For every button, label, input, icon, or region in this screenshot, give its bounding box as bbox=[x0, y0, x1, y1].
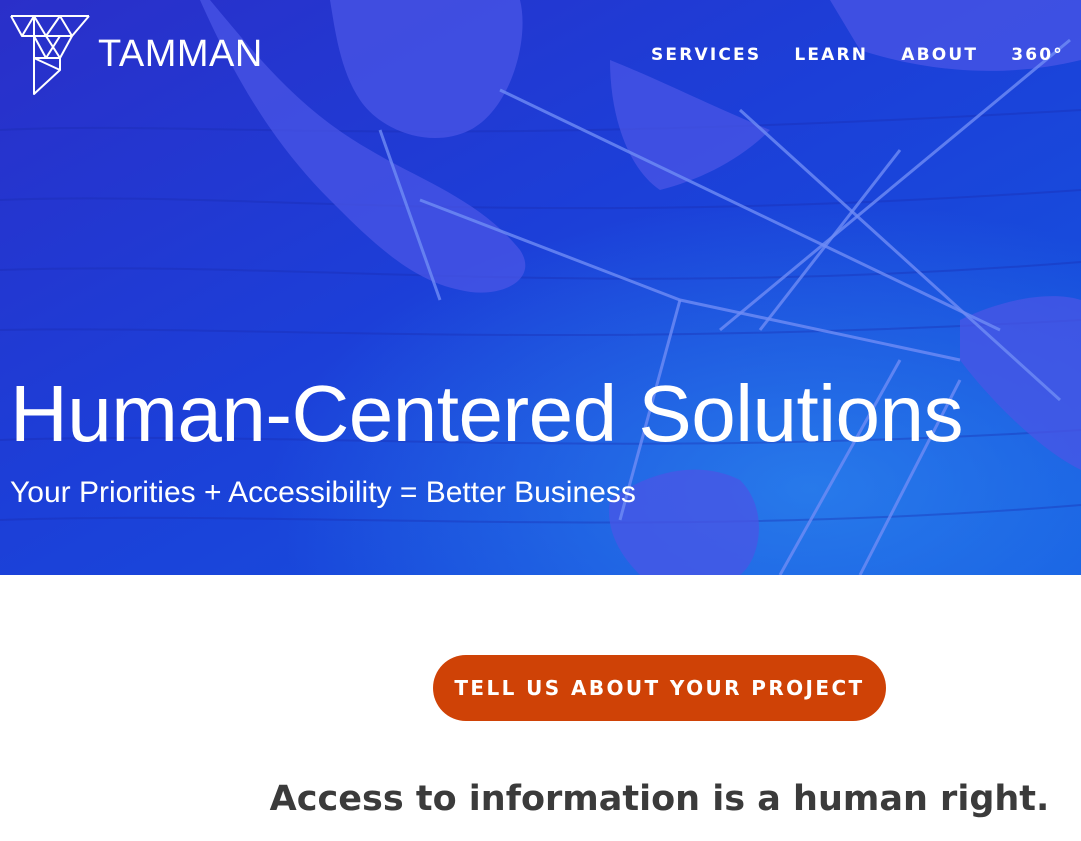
hero-subtitle: Your Priorities + Accessibility = Better… bbox=[10, 476, 636, 509]
geometric-triangle-logo-icon bbox=[10, 15, 90, 95]
tell-us-about-your-project-button[interactable]: TELL US ABOUT YOUR PROJECT bbox=[433, 655, 886, 721]
hero-banner: TAMMAN SERVICES LEARN ABOUT 360° Human-C… bbox=[0, 0, 1081, 575]
mission-statement-heading: Access to information is a human right. bbox=[269, 779, 1050, 819]
nav-item-services[interactable]: SERVICES bbox=[651, 45, 761, 65]
tamman-logo[interactable]: TAMMAN bbox=[10, 14, 263, 96]
main-navigation: SERVICES LEARN ABOUT 360° bbox=[651, 45, 1064, 65]
hero-title: Human-Centered Solutions bbox=[10, 369, 963, 458]
nav-item-about[interactable]: ABOUT bbox=[901, 45, 978, 65]
nav-item-360[interactable]: 360° bbox=[1011, 45, 1064, 65]
logo-wordmark: TAMMAN bbox=[98, 32, 263, 75]
nav-item-learn[interactable]: LEARN bbox=[794, 45, 868, 65]
